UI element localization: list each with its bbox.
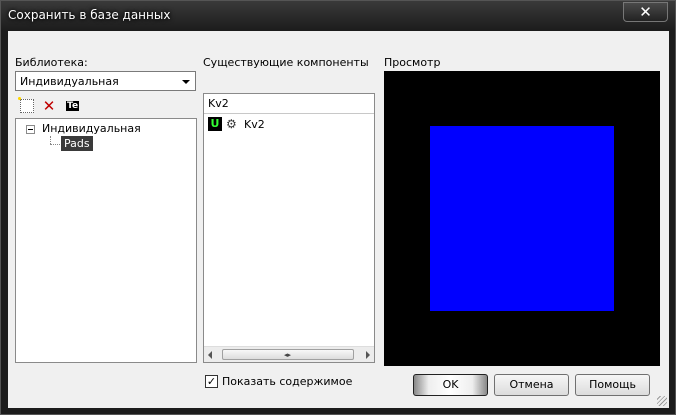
rename-icon[interactable]: Te bbox=[66, 99, 80, 113]
show-contents-label[interactable]: Показать содержимое bbox=[222, 375, 352, 388]
scroll-thumb[interactable]: ◂▸ bbox=[222, 349, 354, 360]
library-label: Библиотека: bbox=[15, 56, 88, 69]
scroll-right-icon[interactable] bbox=[366, 351, 370, 359]
dialog-body: Библиотека: Индивидуальная ✕ Te Индивиду… bbox=[8, 31, 669, 408]
library-select-value: Индивидуальная bbox=[20, 75, 119, 88]
chevron-down-icon[interactable] bbox=[182, 80, 190, 84]
preview-label: Просмотр bbox=[384, 56, 441, 69]
cancel-button[interactable]: Отмена bbox=[494, 374, 569, 396]
show-contents-checkbox[interactable]: ✓ bbox=[205, 375, 218, 388]
preview-shape bbox=[430, 126, 614, 311]
library-tree[interactable]: Индивидуальная Pads bbox=[15, 118, 197, 363]
components-list[interactable]: Kv2 U ⚙ Kv2 ◂▸ bbox=[203, 93, 375, 363]
tree-connector bbox=[50, 136, 51, 144]
horizontal-scrollbar[interactable]: ◂▸ bbox=[204, 346, 374, 362]
unit-icon: U bbox=[208, 117, 222, 131]
grip-icon: ◂▸ bbox=[284, 351, 292, 359]
save-to-database-dialog: Сохранить в базе данных ✕ Библиотека: Ин… bbox=[0, 0, 676, 415]
rename-icon-text: Te bbox=[66, 101, 80, 111]
resize-grip-icon[interactable] bbox=[657, 396, 667, 406]
scroll-left-icon[interactable] bbox=[208, 351, 212, 359]
components-label: Существующие компоненты bbox=[203, 56, 369, 69]
delete-icon[interactable]: ✕ bbox=[42, 99, 56, 114]
component-name: Kv2 bbox=[244, 118, 265, 131]
library-select[interactable]: Индивидуальная bbox=[15, 71, 196, 91]
component-filter-input[interactable]: Kv2 bbox=[204, 94, 374, 114]
component-filter-value: Kv2 bbox=[208, 97, 229, 110]
ok-button[interactable]: OK bbox=[413, 374, 488, 396]
title-bar[interactable]: Сохранить в базе данных ✕ bbox=[1, 1, 675, 31]
help-button[interactable]: Помощь bbox=[575, 374, 650, 396]
window-title: Сохранить в базе данных bbox=[8, 8, 171, 22]
close-button[interactable]: ✕ bbox=[623, 2, 668, 22]
new-library-icon[interactable] bbox=[17, 96, 34, 113]
list-item[interactable]: U ⚙ Kv2 bbox=[208, 117, 368, 133]
component-icon: ⚙ bbox=[226, 117, 237, 131]
tree-item-root[interactable]: Индивидуальная bbox=[42, 122, 141, 135]
tree-item-pads[interactable]: Pads bbox=[61, 136, 93, 151]
preview-pane bbox=[384, 71, 660, 366]
collapse-icon[interactable] bbox=[26, 125, 35, 134]
